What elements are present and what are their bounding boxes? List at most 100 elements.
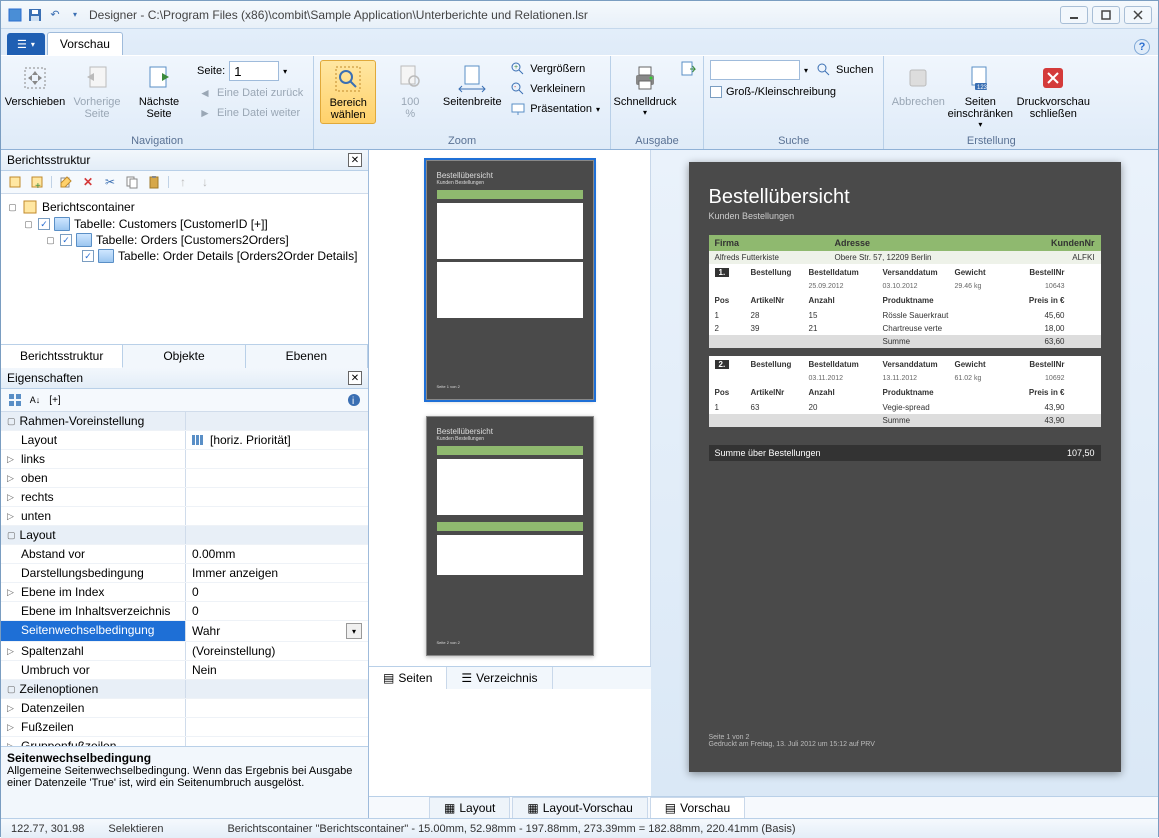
view-tabs: ▦Layout ▦Layout-Vorschau ▤Vorschau [369, 796, 1158, 818]
properties-close-icon[interactable]: ✕ [348, 371, 362, 385]
tree-checkbox[interactable]: ✓ [38, 218, 50, 230]
minimize-button[interactable] [1060, 6, 1088, 24]
prop-expand-icon[interactable]: [+] [47, 392, 63, 408]
tab-index[interactable]: ☰Verzeichnis [447, 667, 552, 689]
search-button[interactable]: Suchen [812, 61, 877, 79]
viewtab-preview[interactable]: ▤Vorschau [650, 797, 745, 818]
prop-darstellung[interactable]: DarstellungsbedingungImmer anzeigen [1, 564, 368, 583]
prop-fusszeilen[interactable]: ▷Fußzeilen [1, 718, 368, 737]
help-icon[interactable]: ? [1134, 39, 1150, 55]
zoom-in-button[interactable]: + Vergrößern [506, 60, 604, 78]
prop-spaltenzahl[interactable]: ▷Spaltenzahl(Voreinstellung) [1, 642, 368, 661]
search-dropdown-icon[interactable]: ▾ [804, 66, 808, 75]
viewtab-layout[interactable]: ▦Layout [429, 797, 510, 818]
presentation-button[interactable]: Präsentation ▾ [506, 100, 604, 118]
prop-ebene-index[interactable]: ▷Ebene im Index0 [1, 583, 368, 602]
file-back-label: Eine Datei zurück [217, 87, 303, 99]
search-button-label: Suchen [836, 64, 873, 76]
undo-icon[interactable]: ↶ [47, 7, 63, 23]
tree-checkbox[interactable]: ✓ [82, 250, 94, 262]
prop-layout[interactable]: Layout[horiz. Priorität] [1, 431, 368, 450]
thumbnail-page-1[interactable]: BestellübersichtKunden Bestellungen Seit… [426, 160, 594, 400]
qat-dropdown-icon[interactable]: ▾ [67, 7, 83, 23]
properties-panel: A↓ [+] i ▢Rahmen-Voreinstellung Layout[h… [1, 389, 368, 818]
property-grid[interactable]: ▢Rahmen-Voreinstellung Layout[horiz. Pri… [1, 412, 368, 746]
file-menu-button[interactable]: ☰▾ [7, 33, 45, 55]
next-page-button[interactable]: Nächste Seite [131, 60, 187, 122]
tool-cut-icon[interactable]: ✂ [102, 174, 118, 190]
tree-orderdetails[interactable]: ✓Tabelle: Order Details [Orders2Order De… [7, 248, 362, 264]
prop-ebene-inhalt[interactable]: Ebene im Inhaltsverzeichnis0 [1, 602, 368, 621]
prop-gruppenfuss[interactable]: ▷Gruppenfußzeilen [1, 737, 368, 746]
search-input[interactable] [710, 60, 800, 80]
prop-seitenwechsel[interactable]: SeitenwechselbedingungWahr▾ [1, 621, 368, 642]
report-title: Bestellübersicht [709, 186, 1101, 209]
limit-pages-button[interactable]: 123Seiten einschränken▾ [952, 60, 1008, 131]
zoom-out-button[interactable]: -Verkleinern [506, 80, 604, 98]
tree-customers[interactable]: ▢✓Tabelle: Customers [CustomerID [+]] [7, 216, 362, 232]
property-description: Seitenwechselbedingung Allgemeine Seiten… [1, 746, 368, 818]
prop-rechts[interactable]: ▷rechts [1, 488, 368, 507]
tree-checkbox[interactable]: ✓ [60, 234, 72, 246]
tool-copy-icon[interactable] [124, 174, 140, 190]
maximize-button[interactable] [1092, 6, 1120, 24]
close-preview-button[interactable]: Druckvorschau schließen [1014, 60, 1092, 122]
expand-icon[interactable]: ▢ [23, 219, 34, 230]
tool-add-icon[interactable]: + [29, 174, 45, 190]
move-button[interactable]: Verschieben [7, 60, 63, 110]
prop-oben[interactable]: ▷oben [1, 469, 368, 488]
prop-abstand[interactable]: Abstand vor0.00mm [1, 545, 368, 564]
prop-umbruch[interactable]: Umbruch vorNein [1, 661, 368, 680]
tree-orders[interactable]: ▢✓Tabelle: Orders [Customers2Orders] [7, 232, 362, 248]
tab-structure[interactable]: Berichtsstruktur [1, 345, 123, 368]
tool-new-icon[interactable] [7, 174, 23, 190]
expand-icon[interactable]: ▢ [7, 202, 18, 213]
prop-links[interactable]: ▷links [1, 450, 368, 469]
page-input[interactable] [229, 61, 279, 81]
close-button[interactable] [1124, 6, 1152, 24]
thumbnail-page-2[interactable]: BestellübersichtKunden Bestellungen Seit… [426, 416, 594, 656]
customer-row: Alfreds FutterkisteObere Str. 57, 12209 … [709, 251, 1101, 264]
report-subtitle: Kunden Bestellungen [709, 211, 1101, 221]
quick-access-toolbar: ↶ ▾ [7, 7, 83, 23]
dropdown-icon[interactable]: ▾ [346, 623, 362, 639]
tab-vorschau[interactable]: Vorschau [47, 32, 123, 55]
svg-text:+: + [514, 64, 518, 71]
tool-edit-icon[interactable] [58, 174, 74, 190]
pagewidth-button[interactable]: Seitenbreite [444, 60, 500, 110]
save-icon[interactable] [27, 7, 43, 23]
prop-info-icon[interactable]: i [346, 392, 362, 408]
tool-delete-icon[interactable]: ✕ [80, 174, 96, 190]
export-icon[interactable] [679, 60, 697, 78]
prop-datenzeilen[interactable]: ▷Datenzeilen [1, 699, 368, 718]
prop-alpha-icon[interactable]: A↓ [27, 392, 43, 408]
prev-page-icon [81, 62, 113, 94]
prop-cat-frame[interactable]: ▢Rahmen-Voreinstellung [1, 412, 368, 431]
zoom-in-label: Vergrößern [530, 63, 585, 75]
tab-layers[interactable]: Ebenen [246, 345, 368, 368]
page-dropdown-icon[interactable]: ▾ [283, 67, 287, 76]
thumbnail-list[interactable]: BestellübersichtKunden Bestellungen Seit… [369, 150, 651, 666]
tab-objects[interactable]: Objekte [123, 345, 245, 368]
tool-down-icon[interactable]: ↓ [197, 174, 213, 190]
expand-icon[interactable]: ▢ [45, 235, 56, 246]
prop-unten[interactable]: ▷unten [1, 507, 368, 526]
structure-tree[interactable]: ▢Berichtscontainer ▢✓Tabelle: Customers … [1, 194, 368, 344]
preview-tab-icon: ▤ [665, 801, 676, 815]
prop-cat-layout[interactable]: ▢Layout [1, 526, 368, 545]
prop-cat-zeilen[interactable]: ▢Zeilenoptionen [1, 680, 368, 699]
prop-categorized-icon[interactable] [7, 392, 23, 408]
file-menu-icon: ☰ [17, 38, 27, 51]
magnifier-area-icon [332, 63, 364, 95]
tree-root[interactable]: ▢Berichtscontainer [7, 198, 362, 216]
main-preview[interactable]: Bestellübersicht Kunden Bestellungen Fir… [651, 150, 1158, 796]
structure-close-icon[interactable]: ✕ [348, 153, 362, 167]
select-area-button[interactable]: Bereich wählen [320, 60, 376, 124]
viewtab-layout-preview[interactable]: ▦Layout-Vorschau [512, 797, 647, 818]
tool-paste-icon[interactable] [146, 174, 162, 190]
case-sensitive-checkbox[interactable]: Groß-/Kleinschreibung [710, 86, 877, 98]
quickprint-button[interactable]: Schnelldruck▾ [617, 60, 673, 119]
properties-toolbar: A↓ [+] i [1, 389, 368, 412]
tab-pages[interactable]: ▤Seiten [369, 667, 447, 689]
tool-up-icon[interactable]: ↑ [175, 174, 191, 190]
